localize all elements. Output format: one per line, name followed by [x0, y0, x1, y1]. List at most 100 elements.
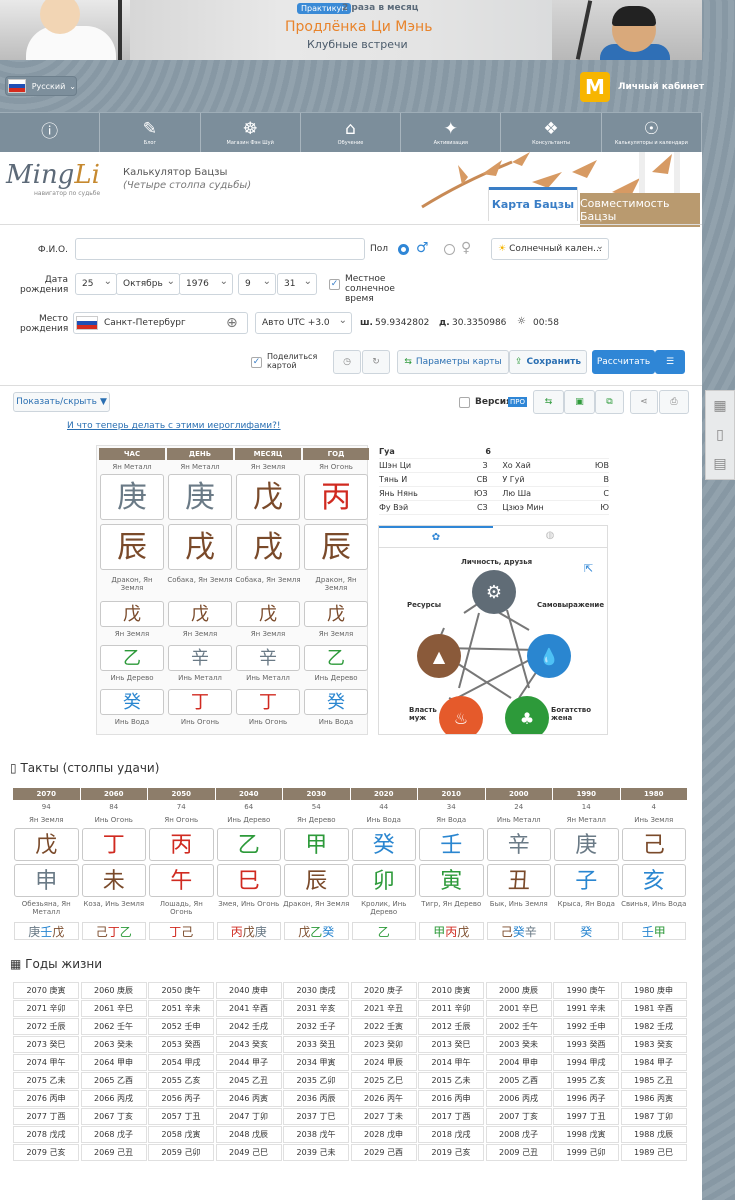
day-select[interactable]: 25: [75, 273, 117, 295]
year-cell[interactable]: 2021 辛丑: [350, 1000, 417, 1017]
year-cell[interactable]: 2020 庚子: [350, 982, 417, 999]
year-cell[interactable]: 2064 甲申: [80, 1054, 147, 1071]
export-image-button[interactable]: ⧉: [595, 390, 624, 414]
year-cell[interactable]: 2036 丙辰: [283, 1090, 349, 1107]
year-cell[interactable]: 1984 甲子: [620, 1054, 687, 1071]
year-cell[interactable]: 1983 癸亥: [620, 1036, 687, 1053]
year-cell[interactable]: 2002 壬午: [485, 1018, 552, 1035]
year-cell[interactable]: 2069 己丑: [80, 1144, 147, 1161]
year-cell[interactable]: 2066 丙戌: [80, 1090, 147, 1107]
nav-item[interactable]: ✎ Блог: [100, 113, 201, 152]
year-cell[interactable]: 2077 丁酉: [13, 1108, 79, 1125]
year-cell[interactable]: 2047 丁卯: [215, 1108, 282, 1125]
year-cell[interactable]: 2057 丁丑: [148, 1108, 214, 1125]
year-cell[interactable]: 2078 戊戌: [13, 1126, 79, 1143]
year-cell[interactable]: 2042 壬戌: [215, 1018, 282, 1035]
year-cell[interactable]: 2031 辛亥: [283, 1000, 349, 1017]
timezone-select[interactable]: Авто UTC +3.0: [255, 312, 352, 334]
nav-item[interactable]: ⓘ: [0, 113, 101, 152]
year-cell[interactable]: 2010 庚寅: [418, 982, 484, 999]
hour-select[interactable]: 9: [238, 273, 276, 295]
year-cell[interactable]: 2065 乙酉: [80, 1072, 147, 1089]
fio-input[interactable]: [75, 238, 365, 260]
year-cell[interactable]: 2022 壬寅: [350, 1018, 417, 1035]
year-cell[interactable]: 2055 乙亥: [148, 1072, 214, 1089]
year-cell[interactable]: 2061 辛巳: [80, 1000, 147, 1017]
year-cell[interactable]: 1980 庚申: [620, 982, 687, 999]
luck-stem[interactable]: 庚: [554, 828, 619, 861]
promo-banner[interactable]: Практикум 2 раза в месяц Продлёнка Ци Мэ…: [0, 0, 702, 60]
year-cell[interactable]: 1990 庚午: [553, 982, 619, 999]
year-cell[interactable]: 2034 甲寅: [283, 1054, 349, 1071]
print-button[interactable]: ⎙: [659, 390, 689, 414]
year-cell[interactable]: 2071 辛卯: [13, 1000, 79, 1017]
language-select[interactable]: Русский ⌄: [5, 76, 77, 96]
year-cell[interactable]: 2033 癸丑: [283, 1036, 349, 1053]
year-cell[interactable]: 1986 丙寅: [620, 1090, 687, 1107]
year-cell[interactable]: 2063 癸未: [80, 1036, 147, 1053]
toggle-button[interactable]: Показать/скрыть ▼: [13, 392, 110, 412]
year-cell[interactable]: 1982 壬戌: [620, 1018, 687, 1035]
year-cell[interactable]: 2074 甲午: [13, 1054, 79, 1071]
year-cell[interactable]: 2013 癸巳: [418, 1036, 484, 1053]
year-cell[interactable]: 1992 壬申: [553, 1018, 619, 1035]
year-cell[interactable]: 2076 丙申: [13, 1090, 79, 1107]
year-cell[interactable]: 2079 己亥: [13, 1144, 79, 1161]
year-cell[interactable]: 2012 壬辰: [418, 1018, 484, 1035]
year-cell[interactable]: 2037 丁巳: [283, 1108, 349, 1125]
year-cell[interactable]: 2016 丙申: [418, 1090, 484, 1107]
city-input[interactable]: Санкт-Петербург: [73, 312, 248, 334]
year-cell[interactable]: 2050 庚午: [148, 982, 214, 999]
year-cell[interactable]: 1998 戊寅: [553, 1126, 619, 1143]
luck-stem[interactable]: 辛: [486, 828, 551, 861]
year-cell[interactable]: 2001 辛巳: [485, 1000, 552, 1017]
female-radio[interactable]: [444, 244, 455, 255]
nav-item[interactable]: ☸ Магазин Фэн Шуй: [201, 113, 301, 152]
share-button[interactable]: ⋖: [630, 390, 658, 414]
view-image-button[interactable]: ▣: [564, 390, 595, 414]
year-cell[interactable]: 1993 癸酉: [553, 1036, 619, 1053]
view-compact-button[interactable]: ⇆: [533, 390, 564, 414]
luck-branch[interactable]: 丑: [486, 864, 551, 897]
year-cell[interactable]: 2039 己未: [283, 1144, 349, 1161]
luck-branch[interactable]: 子: [554, 864, 619, 897]
year-cell[interactable]: 2068 戊子: [80, 1126, 147, 1143]
year-cell[interactable]: 2035 乙卯: [283, 1072, 349, 1089]
year-cell[interactable]: 2019 己亥: [418, 1144, 484, 1161]
year-cell[interactable]: 2008 戊子: [485, 1126, 552, 1143]
luck-stem[interactable]: 戊: [14, 828, 79, 861]
tab-bazi-compatibility[interactable]: Совместимость Бацзы: [580, 193, 700, 227]
share-checkbox[interactable]: ✓: [251, 357, 262, 368]
calendar-select[interactable]: ☀ Солнечный кален...: [491, 238, 609, 260]
year-cell[interactable]: 2051 辛未: [148, 1000, 214, 1017]
luck-stem[interactable]: 丁: [81, 828, 146, 861]
year-cell[interactable]: 2000 庚辰: [485, 982, 552, 999]
year-cell[interactable]: 2030 庚戌: [283, 982, 349, 999]
year-cell[interactable]: 2025 乙巳: [350, 1072, 417, 1089]
luck-stem[interactable]: 壬: [419, 828, 484, 861]
year-cell[interactable]: 2058 戊寅: [148, 1126, 214, 1143]
luck-branch[interactable]: 未: [81, 864, 146, 897]
year-cell[interactable]: 2004 甲申: [485, 1054, 552, 1071]
year-cell[interactable]: 2009 己丑: [485, 1144, 552, 1161]
year-cell[interactable]: 2003 癸未: [485, 1036, 552, 1053]
table-icon[interactable]: ▦: [713, 398, 726, 414]
year-cell[interactable]: 2048 戊辰: [215, 1126, 282, 1143]
luck-branch[interactable]: 巳: [216, 864, 281, 897]
site-logo[interactable]: MingLi навигатор по судьбе: [6, 160, 116, 218]
nav-item[interactable]: ⌂ Обучение: [301, 113, 402, 152]
year-cell[interactable]: 2005 乙酉: [485, 1072, 552, 1089]
year-cell[interactable]: 2040 庚申: [215, 982, 282, 999]
year-cell[interactable]: 2006 丙戌: [485, 1090, 552, 1107]
reset-button[interactable]: ↻: [362, 350, 390, 374]
luck-stem[interactable]: 丙: [149, 828, 214, 861]
tab-globe[interactable]: ◍: [493, 526, 607, 547]
history-button[interactable]: ◷: [333, 350, 361, 374]
year-cell[interactable]: 2072 壬辰: [13, 1018, 79, 1035]
year-cell[interactable]: 2018 戊戌: [418, 1126, 484, 1143]
year-cell[interactable]: 2028 戊申: [350, 1126, 417, 1143]
year-cell[interactable]: 2053 癸酉: [148, 1036, 214, 1053]
luck-stem[interactable]: 癸: [351, 828, 416, 861]
tab-bazi-chart[interactable]: Карта Бацзы: [488, 187, 578, 221]
book-icon[interactable]: ▯: [716, 427, 724, 443]
